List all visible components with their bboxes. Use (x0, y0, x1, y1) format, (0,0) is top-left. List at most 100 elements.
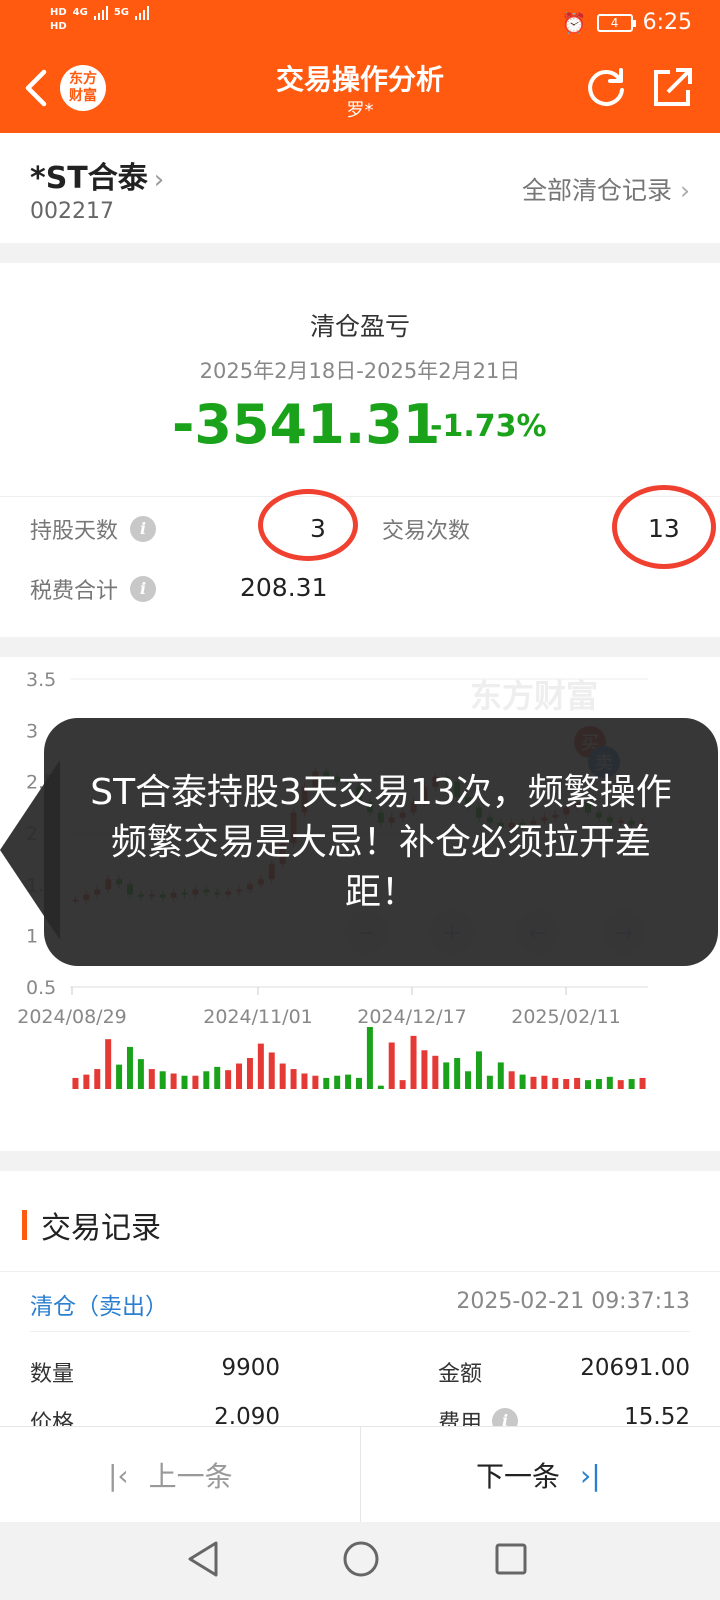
volume-bar (399, 1080, 406, 1089)
record-type[interactable]: 清仓（卖出） (30, 1287, 168, 1321)
pager: |‹ 上一条 下一条 ›| (0, 1426, 720, 1523)
volume-bar (83, 1074, 90, 1089)
volume-bar (617, 1080, 624, 1089)
info-icon[interactable]: i (130, 576, 157, 602)
prev-label: 上一条 (148, 1460, 233, 1493)
volume-bar (181, 1075, 188, 1089)
volume-bar (148, 1069, 155, 1089)
qty-value: 9900 (221, 1355, 280, 1381)
fee-text: 税费合计 (30, 579, 119, 604)
5g-label: 5G (113, 7, 130, 18)
trade-count-label: 交易次数 (382, 513, 470, 545)
trade-records: 交易记录 清仓（卖出） 2025-02-21 09:37:13 数量 9900 … (0, 1171, 720, 1436)
volume-bar (345, 1074, 352, 1089)
alarm-icon: ⏰ (561, 10, 587, 35)
volume-bar (236, 1063, 243, 1089)
volume-bar (465, 1071, 472, 1089)
volume-bar (432, 1055, 439, 1089)
qty-label: 数量 (30, 1362, 75, 1387)
volume-bar (475, 1051, 482, 1089)
prev-button[interactable]: |‹ 上一条 (108, 1455, 233, 1495)
summary-card: 清仓盈亏 2025年2月18日-2025年2月21日 -3541.31 -1.7… (0, 263, 720, 637)
volume-bar (574, 1077, 581, 1089)
volume-bar (366, 1027, 373, 1089)
volume-bar (246, 1058, 253, 1089)
volume-bar (279, 1063, 286, 1089)
volume-bar (72, 1077, 79, 1089)
volume-bar (356, 1077, 362, 1089)
trade-count-text: 交易次数 (382, 519, 471, 544)
app-root: HD 4G 5G HD ⏰ 4 6:25 东方 财富 交易操作分析 罗* *ST… (0, 0, 720, 1600)
divider (360, 1427, 361, 1523)
signal-icon (93, 6, 108, 20)
volume-bar (454, 1058, 461, 1089)
info-icon[interactable]: i (130, 516, 157, 542)
volume-bar (421, 1050, 428, 1089)
fee-value: 208.31 (240, 573, 328, 602)
toast-message: ST合泰持股3天交易13次，频繁操作频繁交易是大忌！补仓必须拉开差距！ (44, 718, 718, 966)
volume-bar (94, 1069, 101, 1089)
volume-bar (530, 1076, 537, 1089)
stock-name-link[interactable]: *ST合泰 › (30, 153, 164, 197)
profit-loss-value: -3541.31 (172, 393, 441, 456)
volume-bar (334, 1075, 341, 1089)
recents-square-icon[interactable] (494, 1542, 528, 1576)
stock-header: *ST合泰 › 002217 全部清仓记录 › (0, 133, 720, 243)
volume-bar (606, 1076, 613, 1089)
volume-bar (170, 1073, 177, 1089)
summary-date-range: 2025年2月18日-2025年2月21日 (199, 359, 521, 383)
volume-bar (301, 1073, 308, 1089)
amount-value: 20691.00 (580, 1355, 690, 1381)
volume-bar (377, 1085, 384, 1089)
volume-bar (508, 1071, 515, 1089)
volume-bar (323, 1077, 330, 1089)
divider (0, 1271, 720, 1272)
holding-days-text: 持股天数 (30, 519, 119, 544)
battery-icon: 4 (596, 13, 636, 32)
annotation-circle (258, 489, 358, 561)
amount-label: 金额 (438, 1362, 483, 1387)
fee-label: 税费合计 i (30, 573, 157, 605)
volume-bar (312, 1075, 319, 1089)
stock-code: 002217 (30, 199, 114, 224)
volume-bar (443, 1062, 450, 1089)
volume-bar (552, 1077, 559, 1089)
volume-bar (257, 1043, 264, 1089)
all-records-link[interactable]: 全部清仓记录 › (522, 171, 690, 207)
volume-bar (585, 1080, 592, 1089)
back-triangle-icon[interactable] (186, 1540, 220, 1578)
clock: 6:25 (642, 10, 692, 35)
volume-bar (639, 1077, 646, 1089)
home-circle-icon[interactable] (342, 1540, 380, 1578)
signal-icon-2 (135, 6, 150, 20)
y-tick-label: 3 (26, 720, 38, 742)
volume-bar (137, 1059, 144, 1089)
nav-bar: 东方 财富 交易操作分析 罗* (0, 50, 720, 133)
divider (30, 1331, 690, 1332)
records-title: 交易记录 (41, 1211, 161, 1246)
volume-bar (410, 1035, 417, 1089)
status-bar: HD 4G 5G HD ⏰ 4 6:25 (0, 0, 720, 50)
network-indicators: HD 4G 5G HD (50, 6, 150, 34)
x-tick-label: 2024/11/01 (203, 1006, 313, 1028)
next-button[interactable]: 下一条 ›| (476, 1455, 601, 1495)
volume-bar (563, 1079, 570, 1089)
summary-title: 清仓盈亏 (309, 312, 410, 341)
share-icon[interactable] (652, 66, 694, 108)
chevron-right-icon: › (680, 176, 690, 205)
y-tick-label: 3.5 (26, 669, 56, 691)
holding-days-label: 持股天数 i (30, 513, 157, 545)
volume-bar (214, 1066, 221, 1089)
x-tick-label: 2024/08/29 (17, 1006, 127, 1028)
volume-bar (290, 1069, 297, 1089)
volume-bar (225, 1070, 232, 1089)
records-header: 交易记录 (22, 1203, 161, 1247)
system-nav-bar (0, 1522, 720, 1600)
volume-bar (595, 1079, 602, 1089)
x-tick-label: 2025/02/11 (511, 1006, 621, 1028)
record-time: 2025-02-21 09:37:13 (456, 1289, 690, 1314)
volume-bar (268, 1052, 275, 1089)
refresh-icon[interactable] (584, 66, 628, 110)
volume-bar (159, 1071, 166, 1089)
profit-loss-pct: -1.73% (430, 409, 547, 444)
